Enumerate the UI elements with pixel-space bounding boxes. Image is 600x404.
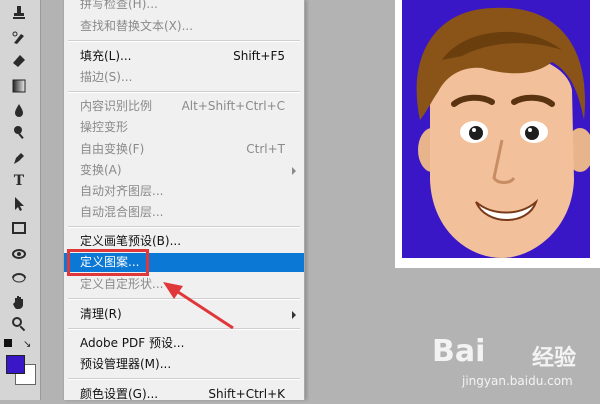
menu-item-auto-blend-layers[interactable]: 自动混合图层... (64, 203, 304, 222)
menu-separator (68, 378, 300, 380)
canvas-image (402, 0, 590, 258)
menu-item-label: 操控变形 (80, 120, 129, 134)
menu-item-label: 自动对齐图层... (80, 184, 164, 198)
submenu-arrow-icon (292, 167, 296, 175)
foreground-color-swatch[interactable] (6, 355, 25, 374)
rectangle-tool-icon[interactable] (9, 220, 29, 238)
type-tool-icon[interactable]: T (9, 172, 29, 190)
menu-item-define-custom-shape[interactable]: 定义自定形状... (64, 275, 304, 294)
menu-item-label: 定义自定形状... (80, 277, 164, 291)
eraser-tool-icon[interactable] (9, 52, 29, 70)
menu-item-shortcut: Alt+Shift+Ctrl+C (181, 99, 285, 113)
menu-item-spell-check[interactable]: 拼写检查(H)... (64, 0, 304, 14)
menu-item-color-settings[interactable]: 颜色设置(G)... Shift+Ctrl+K (64, 385, 304, 404)
menu-item-label: 填充(L)... (80, 49, 132, 63)
menu-item-free-transform[interactable]: 自由变换(F) Ctrl+T (64, 140, 304, 159)
menu-separator (68, 298, 300, 300)
menu-separator (68, 91, 300, 93)
menu-item-label: 拼写检查(H)... (80, 0, 158, 11)
blur-tool-icon[interactable] (9, 102, 29, 120)
menu-item-find-replace[interactable]: 查找和替换文本(X)... (64, 17, 304, 36)
menu-item-label: 查找和替换文本(X)... (80, 19, 194, 33)
menu-item-adobe-pdf-presets[interactable]: Adobe PDF 预设... (64, 334, 304, 353)
menu-item-label: 自由变换(F) (80, 142, 145, 156)
menu-item-shortcut: Shift+Ctrl+K (208, 387, 285, 401)
menu-item-label: 变换(A) (80, 163, 122, 177)
gradient-tool-icon[interactable] (9, 78, 29, 96)
edit-menu: 拼写检查(H)... 查找和替换文本(X)... 填充(L)... Shift+F… (63, 0, 305, 401)
watermark-brand-suffix: 经验 (532, 346, 577, 371)
default-colors-icon[interactable] (4, 339, 12, 347)
submenu-arrow-icon (292, 311, 296, 319)
menu-item-preset-manager[interactable]: 预设管理器(M)... (64, 355, 304, 374)
cartoon-face-icon (416, 7, 590, 258)
menu-item-label: 颜色设置(G)... (80, 387, 159, 401)
menu-item-label: 清理(R) (80, 307, 122, 321)
watermark-brand: Bai (432, 334, 486, 369)
watermark-url: jingyan.baidu.com (462, 374, 573, 388)
menu-item-puppet-warp[interactable]: 操控变形 (64, 118, 304, 137)
menu-item-label: 描边(S)... (80, 70, 133, 84)
menu-item-label: 自动混合图层... (80, 205, 164, 219)
menu-item-label: 预设管理器(M)... (80, 357, 172, 371)
menu-separator (68, 226, 300, 228)
menu-item-label: Adobe PDF 预设... (80, 336, 185, 350)
path-selection-icon[interactable] (9, 196, 29, 214)
3d-rotate-icon[interactable] (9, 246, 29, 264)
zoom-tool-icon[interactable] (9, 316, 29, 334)
menu-item-auto-align-layers[interactable]: 自动对齐图层... (64, 182, 304, 201)
menu-separator (68, 328, 300, 330)
menu-item-fill[interactable]: 填充(L)... Shift+F5 (64, 47, 304, 66)
watermark: Bai 经验 jingyan.baidu.com (432, 334, 600, 400)
swap-colors-icon[interactable]: ↘ (23, 339, 31, 350)
menu-item-transform[interactable]: 变换(A) (64, 161, 304, 180)
annotation-highlight-box (67, 249, 149, 276)
tools-panel: T ↘ (0, 0, 41, 400)
menu-item-label: 内容识别比例 (80, 99, 153, 113)
menu-item-content-aware-scale[interactable]: 内容识别比例 Alt+Shift+Ctrl+C (64, 97, 304, 116)
dodge-tool-icon[interactable] (9, 124, 29, 142)
hand-tool-icon[interactable] (9, 294, 29, 312)
stamp-tool-icon[interactable] (9, 4, 29, 22)
menu-item-shortcut: Ctrl+T (246, 142, 285, 156)
menu-item-stroke[interactable]: 描边(S)... (64, 68, 304, 87)
history-brush-icon[interactable] (9, 30, 29, 48)
menu-separator (68, 40, 300, 42)
pen-tool-icon[interactable] (9, 150, 29, 168)
menu-item-purge[interactable]: 清理(R) (64, 305, 304, 324)
3d-orbit-icon[interactable] (9, 270, 29, 288)
menu-item-shortcut: Shift+F5 (233, 49, 285, 63)
